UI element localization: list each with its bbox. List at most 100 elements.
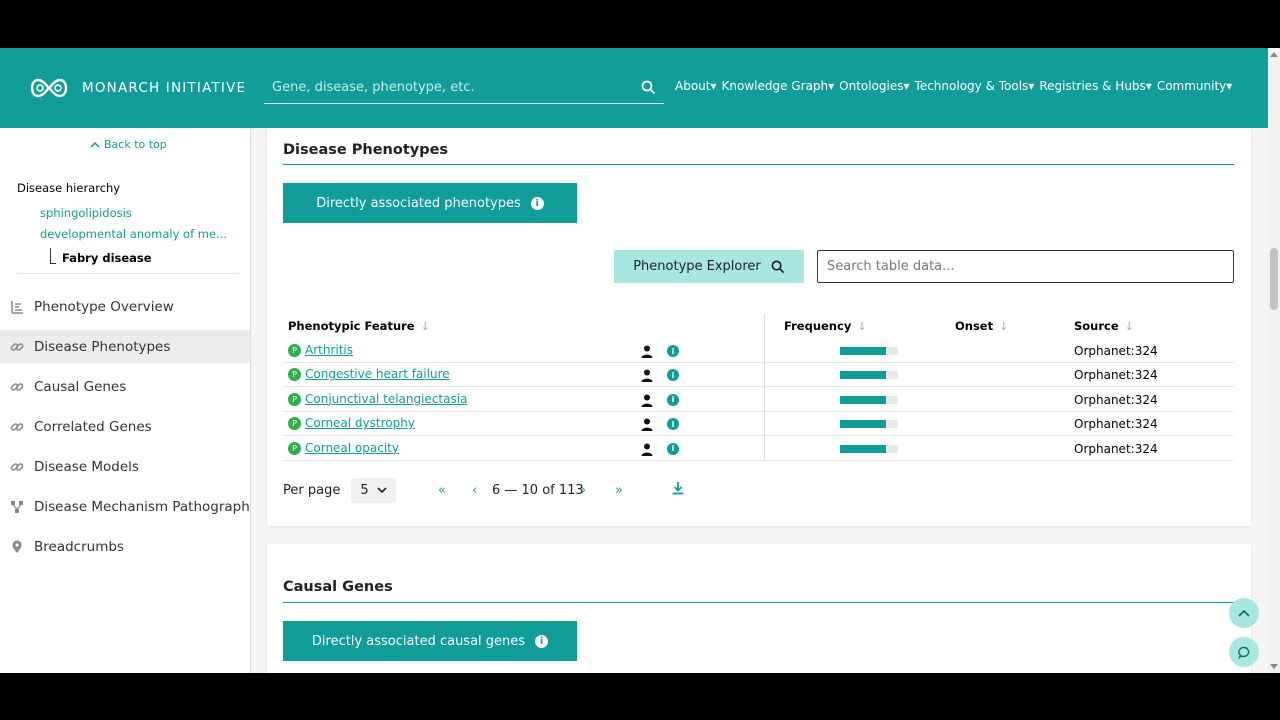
person-icon: [641, 416, 653, 435]
nav-community[interactable]: Community▾: [1157, 79, 1232, 93]
disease-phenotypes-section: Disease Phenotypes Directly associated p…: [267, 128, 1251, 526]
link-icon: [10, 422, 24, 431]
previous-page-icon[interactable]: ‹: [472, 483, 477, 498]
global-search-input[interactable]: [264, 72, 624, 102]
screen-bottom-bar: [0, 673, 1280, 720]
column-header-frequency[interactable]: Frequency ↓: [784, 319, 867, 333]
next-page-icon[interactable]: ›: [581, 483, 586, 498]
phenotype-badge-icon: P: [288, 392, 301, 406]
phenotype-link[interactable]: Arthritis: [305, 343, 353, 357]
scroll-top-button[interactable]: [1229, 598, 1259, 628]
causal-genes-section: Causal Genes Directly associated causal …: [267, 544, 1251, 673]
sidebar-item-breadcrumbs[interactable]: Breadcrumbs: [0, 530, 250, 563]
person-icon: [641, 392, 653, 411]
chat-icon: [1237, 646, 1249, 659]
table-search-input[interactable]: [818, 251, 1233, 282]
page-scrollbar[interactable]: [1268, 48, 1280, 673]
phenotype-badge-icon: P: [288, 344, 301, 357]
sidebar-item-correlated-genes[interactable]: Correlated Genes: [0, 410, 250, 443]
scroll-down-arrow-icon[interactable]: [1270, 664, 1278, 669]
hierarchy-current: Fabry disease: [50, 248, 152, 268]
frequency-bar: [840, 395, 898, 404]
phenotype-link[interactable]: Conjunctival telangiectasia: [305, 392, 467, 406]
page-range: 6 — 10 of 113: [492, 483, 584, 498]
info-icon[interactable]: i: [535, 634, 549, 648]
sidebar-item-causal-genes[interactable]: Causal Genes: [0, 370, 250, 403]
column-header-source[interactable]: Source ↓: [1074, 319, 1134, 333]
info-icon[interactable]: i: [667, 418, 679, 431]
back-to-top-link[interactable]: Back to top: [90, 138, 167, 151]
last-page-icon[interactable]: »: [615, 483, 623, 498]
frequency-bar: [840, 371, 898, 380]
nav-ontologies[interactable]: Ontologies▾: [839, 79, 909, 93]
info-icon[interactable]: i: [530, 196, 544, 210]
nav-knowledge-graph[interactable]: Knowledge Graph▾: [722, 79, 835, 93]
tab-directly-associated-causal-genes[interactable]: Directly associated causal genes i: [283, 621, 577, 661]
sort-arrow-icon[interactable]: ↓: [421, 320, 430, 333]
column-header-onset[interactable]: Onset ↓: [955, 319, 1008, 333]
column-header-phenotypic-feature[interactable]: Phenotypic Feature ↓: [288, 319, 430, 333]
sidebar-item-disease-phenotypes[interactable]: Disease Phenotypes: [0, 330, 250, 363]
feedback-button[interactable]: [1229, 637, 1259, 667]
chevron-down-icon: [377, 487, 387, 494]
frequency-bar-fill: [840, 444, 887, 453]
table-row: P Arthritis i Orphanet:324: [283, 339, 1234, 363]
search-icon[interactable]: [641, 80, 656, 99]
sidebar-item-label: Disease Models: [34, 458, 139, 475]
link-icon: [10, 462, 24, 471]
person-icon: [641, 367, 653, 386]
scrollbar-thumb[interactable]: [1270, 248, 1278, 310]
browser-viewport: MONARCH INITIATIVE About▾ Knowledge Grap…: [0, 48, 1280, 673]
source-value: Orphanet:324: [1074, 417, 1158, 432]
first-page-icon[interactable]: «: [438, 483, 446, 498]
frequency-bar-fill: [840, 395, 887, 404]
logo[interactable]: MONARCH INITIATIVE: [26, 76, 246, 100]
phenotype-link[interactable]: Corneal opacity: [305, 441, 399, 455]
hierarchy-link-sphingolipidosis[interactable]: sphingolipidosis: [40, 206, 132, 220]
frequency-bar: [840, 420, 898, 429]
per-page-select[interactable]: 5: [351, 478, 396, 503]
info-icon[interactable]: i: [667, 442, 679, 455]
sort-arrow-icon[interactable]: ↓: [857, 320, 866, 333]
info-icon[interactable]: i: [667, 393, 679, 406]
person-icon: [641, 343, 653, 362]
sort-arrow-icon[interactable]: ↓: [999, 320, 1008, 333]
sort-arrow-icon[interactable]: ↓: [1125, 320, 1134, 333]
pagination: Per page 5 « ‹ 6 — 10 of 113 › »: [283, 478, 703, 504]
sidebar-item-label: Disease Phenotypes: [34, 338, 171, 355]
infinity-logo-icon: [30, 78, 68, 98]
nav-registries-hubs[interactable]: Registries & Hubs▾: [1039, 79, 1152, 93]
frequency-bar: [840, 347, 898, 355]
tab-directly-associated-phenotypes[interactable]: Directly associated phenotypes i: [283, 183, 577, 223]
download-icon[interactable]: [671, 481, 685, 499]
global-search: [264, 72, 664, 104]
nav-technology-tools[interactable]: Technology & Tools▾: [915, 79, 1035, 93]
sidebar-item-disease-models[interactable]: Disease Models: [0, 450, 250, 483]
nav-about[interactable]: About▾: [675, 79, 717, 93]
section-title-disease-phenotypes: Disease Phenotypes: [283, 142, 449, 158]
table-row: P Conjunctival telangiectasia i Orphanet:32…: [283, 388, 1234, 412]
phenotype-link[interactable]: Corneal dystrophy: [305, 416, 415, 430]
main-nav: About▾ Knowledge Graph▾ Ontologies▾ Tech…: [675, 79, 1232, 93]
frequency-bar: [840, 444, 898, 453]
scroll-up-arrow-icon[interactable]: [1270, 52, 1278, 57]
info-icon[interactable]: i: [667, 369, 679, 382]
brand-name: MONARCH INITIATIVE: [82, 80, 247, 96]
phenotype-explorer-button[interactable]: Phenotype Explorer: [614, 250, 804, 283]
phenotype-badge-icon: P: [288, 417, 301, 431]
link-icon: [10, 382, 24, 391]
phenotype-link[interactable]: Congestive heart failure: [305, 367, 450, 381]
sidebar-item-disease-mechanism-pathograph[interactable]: Disease Mechanism Pathograph: [0, 490, 250, 523]
sidebar-item-label: Disease Mechanism Pathograph: [34, 498, 250, 515]
column-header-label: Frequency: [784, 319, 852, 333]
column-header-label: Source: [1074, 319, 1119, 333]
hierarchy-link-developmental-anomaly[interactable]: developmental anomaly of me...: [40, 227, 227, 241]
tab-label: Directly associated phenotypes: [316, 195, 521, 211]
phenotype-badge-icon: P: [288, 441, 301, 455]
sidebar-item-phenotype-overview[interactable]: Phenotype Overview: [0, 290, 250, 323]
chevron-up-icon: [90, 141, 100, 148]
info-icon[interactable]: i: [667, 345, 679, 357]
chart-icon: [11, 300, 23, 314]
sidebar-item-label: Causal Genes: [34, 378, 127, 395]
table-row: P Corneal opacity i Orphanet:324: [283, 437, 1234, 461]
